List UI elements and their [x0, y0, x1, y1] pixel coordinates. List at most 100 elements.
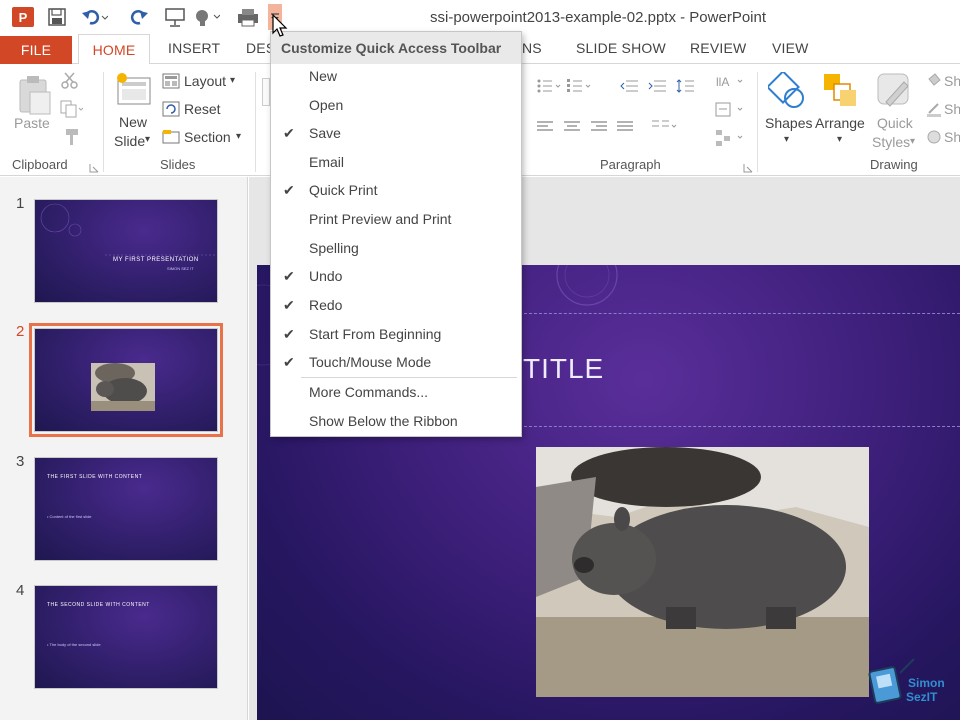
save-icon[interactable] — [48, 7, 66, 27]
quick-print-icon[interactable] — [236, 7, 260, 27]
smartart-icon[interactable] — [714, 128, 744, 153]
layout-icon[interactable] — [162, 73, 180, 94]
shape-effects-button[interactable]: Sh — [944, 129, 960, 145]
tab-view[interactable]: VIEW — [772, 40, 809, 56]
columns-icon[interactable] — [650, 118, 678, 139]
font-box-edge[interactable] — [262, 78, 270, 106]
menu-item-redo[interactable]: ✔ Redo — [271, 292, 521, 320]
menu-item-label: Show Below the Ribbon — [309, 413, 458, 429]
layout-button[interactable]: Layout — [184, 73, 226, 89]
shape-outline-icon[interactable] — [926, 101, 942, 122]
arrange-icon[interactable] — [822, 72, 858, 113]
cut-icon[interactable] — [60, 72, 80, 95]
start-from-beginning-icon[interactable] — [164, 7, 186, 27]
arrange-button[interactable]: Arrange — [815, 115, 865, 131]
format-painter-icon[interactable] — [60, 128, 80, 151]
menu-item-print-preview-and-print[interactable]: Print Preview and Print — [271, 206, 521, 234]
menu-item-save[interactable]: ✔ Save — [271, 120, 521, 148]
menu-item-spelling[interactable]: Spelling — [271, 235, 521, 263]
tab-review[interactable]: REVIEW — [690, 40, 746, 56]
increase-indent-icon[interactable] — [648, 78, 668, 99]
undo-icon[interactable] — [82, 7, 108, 27]
menu-item-touch-mouse-mode[interactable]: ✔ Touch/Mouse Mode — [271, 349, 521, 377]
paste-icon[interactable] — [16, 74, 52, 121]
shapes-icon[interactable] — [766, 70, 806, 115]
section-icon[interactable] — [162, 129, 180, 150]
menu-separator — [301, 377, 517, 378]
align-right-icon[interactable] — [590, 120, 608, 139]
paragraph-dialog-launcher-icon[interactable] — [743, 160, 753, 178]
title-placeholder-bottom-border — [519, 426, 960, 427]
align-center-icon[interactable] — [563, 120, 581, 139]
shapes-dropdown-icon[interactable]: ▾ — [784, 134, 789, 145]
menu-item-show-below-the-ribbon[interactable]: Show Below the Ribbon — [271, 408, 521, 436]
bullets-icon[interactable] — [536, 78, 562, 99]
menu-item-open[interactable]: Open — [271, 92, 521, 120]
slide-title[interactable]: TITLE — [523, 353, 604, 385]
thumbnail-number: 2 — [16, 323, 25, 340]
tab-file[interactable]: FILE — [0, 36, 72, 64]
layout-dropdown-icon[interactable]: ▾ — [230, 75, 235, 86]
quick-styles-icon[interactable] — [876, 72, 912, 115]
slide-thumbnail-4[interactable]: THE SECOND SLIDE WITH CONTENT • The body… — [34, 585, 218, 689]
tab-transitions-animations[interactable]: NS — [522, 40, 542, 56]
menu-item-more-commands[interactable]: More Commands... — [271, 379, 521, 407]
slide-thumbnail-3[interactable]: THE FIRST SLIDE WITH CONTENT • Content o… — [34, 457, 218, 561]
new-slide-label-1[interactable]: New — [119, 114, 147, 130]
arrange-dropdown-icon[interactable]: ▾ — [837, 134, 842, 145]
slides-group-label: Slides — [160, 157, 196, 172]
menu-item-label: Save — [309, 125, 341, 141]
line-spacing-icon[interactable] — [676, 78, 700, 99]
quick-styles-label-2[interactable]: Styles — [872, 134, 910, 150]
wombat-picture[interactable] — [536, 447, 869, 697]
menu-item-start-from-beginning[interactable]: ✔ Start From Beginning — [271, 321, 521, 349]
tab-home[interactable]: HOME — [78, 34, 150, 65]
section-button[interactable]: Section — [184, 129, 231, 145]
section-dropdown-icon[interactable]: ▾ — [236, 131, 241, 142]
decrease-indent-icon[interactable] — [620, 78, 640, 99]
touch-mouse-mode-icon[interactable] — [194, 7, 220, 27]
copy-icon[interactable] — [60, 100, 84, 123]
shapes-button[interactable]: Shapes — [765, 115, 812, 131]
powerpoint-logo-icon[interactable]: P — [12, 7, 34, 27]
menu-item-label: Start From Beginning — [309, 326, 442, 342]
shape-fill-icon[interactable] — [926, 73, 942, 94]
slide-thumbnail-1[interactable]: MY FIRST PRESENTATION SIMON SEZ IT — [34, 199, 218, 303]
logo-text-2: SezIT — [906, 690, 938, 704]
reset-button[interactable]: Reset — [184, 101, 221, 117]
logo-text-1: Simon — [908, 676, 945, 690]
title-placeholder-top-border — [519, 313, 960, 314]
new-slide-icon[interactable] — [116, 72, 152, 115]
align-left-icon[interactable] — [536, 120, 554, 139]
numbering-icon[interactable] — [566, 78, 592, 99]
text-direction-icon[interactable]: llA — [714, 72, 744, 97]
justify-icon[interactable] — [616, 120, 634, 139]
menu-item-email[interactable]: Email — [271, 149, 521, 177]
shape-outline-button[interactable]: Sh — [944, 101, 960, 117]
thumbnail-subtitle: • Content of the first slide — [47, 514, 92, 519]
paste-button[interactable]: Paste — [14, 115, 50, 131]
new-slide-label-2[interactable]: Slide — [114, 133, 145, 149]
menu-item-label: Print Preview and Print — [309, 211, 452, 227]
quick-styles-label-1[interactable]: Quick — [877, 115, 913, 131]
slide-thumbnail-2[interactable] — [29, 323, 223, 437]
thumbnail-subtitle: SIMON SEZ IT — [167, 266, 194, 271]
dialog-launcher-icon[interactable] — [89, 160, 99, 178]
thumbnail-title: THE SECOND SLIDE WITH CONTENT — [47, 602, 150, 608]
checkmark-icon: ✔ — [283, 268, 295, 284]
checkmark-icon: ✔ — [283, 297, 295, 313]
simon-sez-it-logo: Simon SezIT — [860, 655, 960, 717]
align-text-icon[interactable] — [714, 100, 744, 125]
menu-item-undo[interactable]: ✔ Undo — [271, 263, 521, 291]
new-slide-dropdown-icon[interactable]: ▾ — [145, 134, 150, 145]
redo-icon[interactable] — [128, 7, 148, 27]
quick-styles-dropdown-icon[interactable]: ▾ — [910, 136, 915, 147]
shape-fill-button[interactable]: Sh — [944, 73, 960, 89]
reset-icon[interactable] — [162, 101, 180, 122]
shape-effects-icon[interactable] — [926, 129, 942, 150]
menu-item-quick-print[interactable]: ✔ Quick Print — [271, 177, 521, 205]
menu-item-new[interactable]: New — [271, 63, 521, 91]
tab-slide-show[interactable]: SLIDE SHOW — [576, 40, 666, 56]
tab-insert[interactable]: INSERT — [168, 40, 220, 56]
thumbnail-picture — [91, 363, 155, 411]
